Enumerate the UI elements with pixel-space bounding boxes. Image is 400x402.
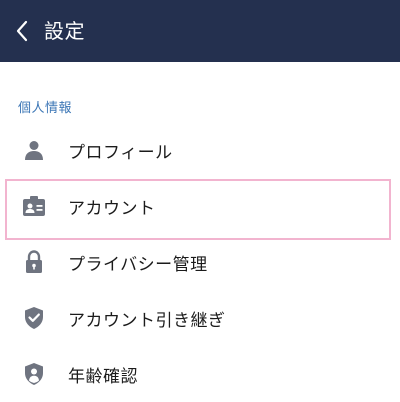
list-item-privacy[interactable]: プライバシー管理 — [0, 234, 400, 290]
list-item-age-verification[interactable]: 年齢確認 — [0, 346, 400, 402]
list-item-account-transfer[interactable]: アカウント引き継ぎ — [0, 290, 400, 346]
back-button[interactable] — [0, 0, 44, 62]
list-item-label: プライバシー管理 — [68, 254, 208, 275]
lock-icon — [22, 250, 46, 274]
list-item-label: アカウント — [68, 198, 156, 219]
person-icon — [22, 138, 46, 162]
list-item-label: 年齢確認 — [68, 366, 138, 387]
list-item-account[interactable]: アカウント — [0, 178, 400, 240]
settings-list: プロフィール アカウント プライバシー管理 アカウント引き継ぎ 年齢確認 — [0, 122, 400, 402]
page-title: 設定 — [44, 19, 85, 43]
list-item-profile[interactable]: プロフィール — [0, 122, 400, 178]
id-card-icon — [22, 194, 46, 218]
list-item-label: アカウント引き継ぎ — [68, 310, 226, 331]
list-item-label: プロフィール — [68, 142, 173, 163]
shield-person-icon — [22, 362, 46, 386]
section-title: 個人情報 — [18, 101, 73, 116]
shield-check-icon — [22, 306, 46, 330]
back-arrow-icon — [15, 20, 29, 42]
app-header: 設定 — [0, 0, 400, 62]
